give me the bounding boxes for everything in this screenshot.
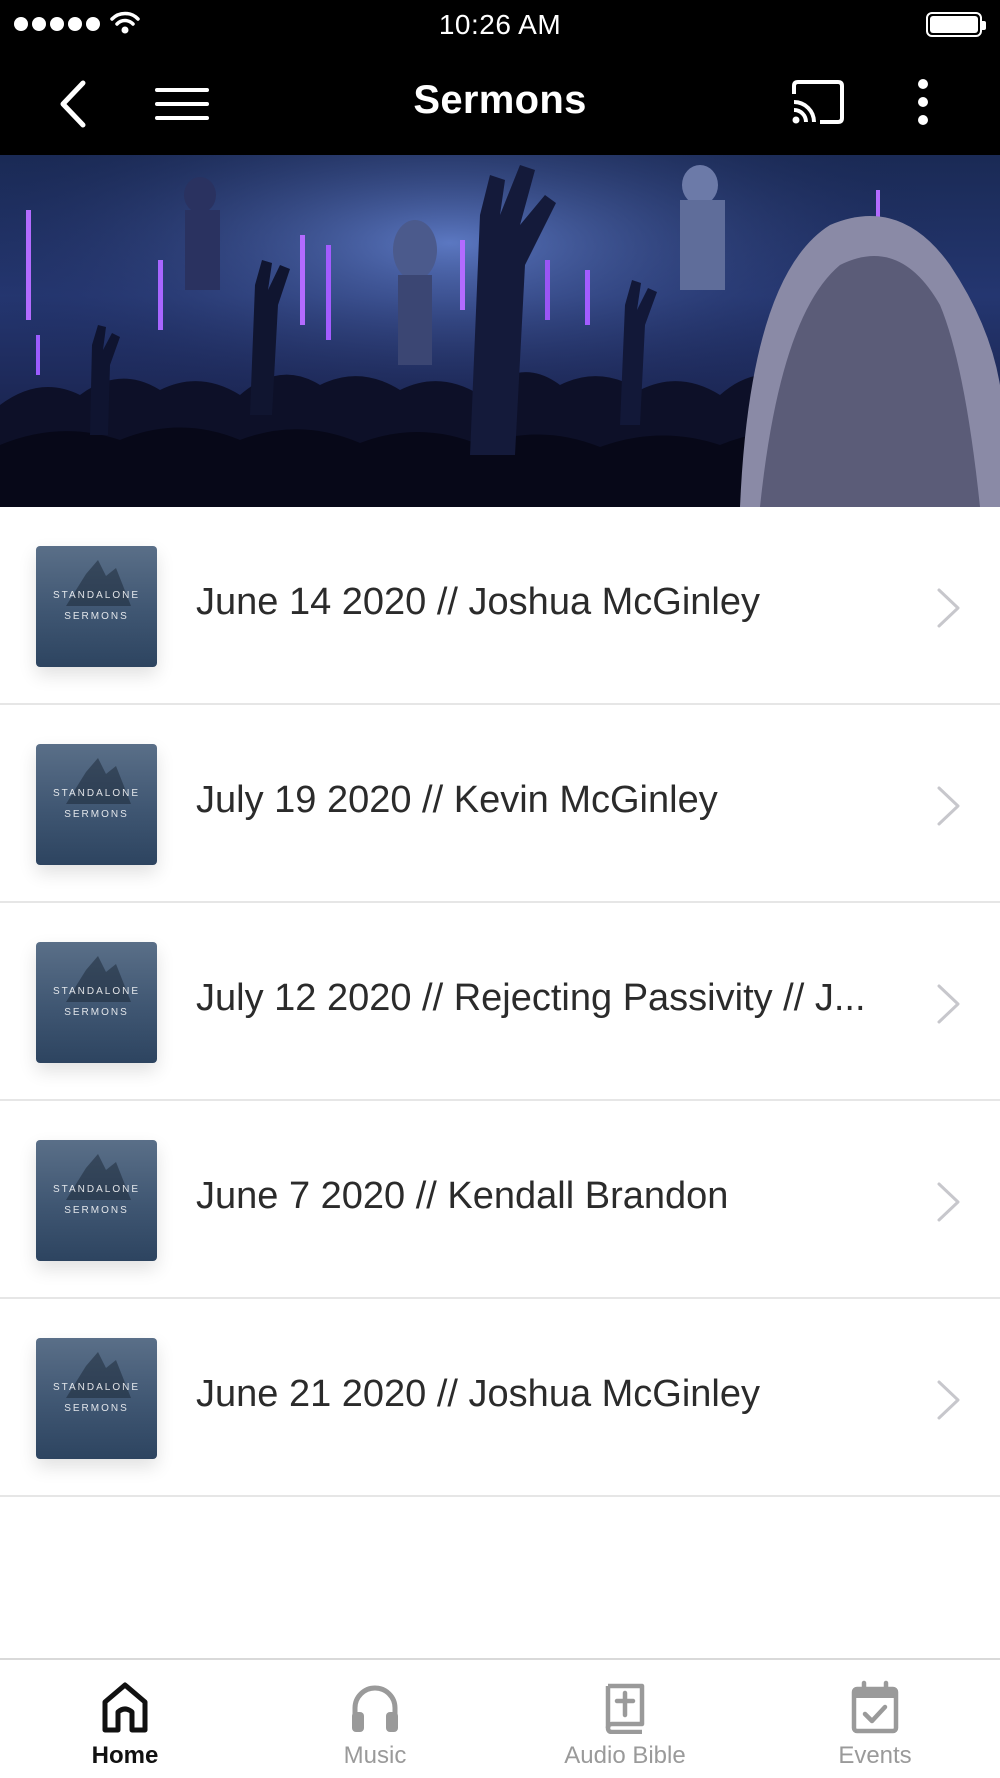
sermon-title: June 21 2020 // Joshua McGinley <box>196 1373 761 1415</box>
sermon-title: June 14 2020 // Joshua McGinley <box>196 581 761 623</box>
list-item[interactable]: STANDALONE SERMONS July 19 2020 // Kevin … <box>0 705 1000 903</box>
sermon-thumbnail: STANDALONE SERMONS <box>36 744 157 865</box>
list-item[interactable]: STANDALONE SERMONS July 12 2020 // Reject… <box>0 903 1000 1101</box>
hero-banner-image <box>0 155 1000 507</box>
sermon-list: STANDALONE SERMONS June 14 2020 // Joshua… <box>0 507 1000 1497</box>
home-icon <box>102 1682 148 1733</box>
calendar-check-icon <box>851 1680 899 1734</box>
tab-music[interactable]: Music <box>250 1660 500 1778</box>
navigation-bar: Sermons <box>0 48 1000 155</box>
tab-home[interactable]: Home <box>0 1660 250 1778</box>
page-title: Sermons <box>413 78 587 122</box>
sermon-thumbnail: STANDALONE SERMONS <box>36 1338 157 1459</box>
sermon-title: June 7 2020 // Kendall Brandon <box>196 1175 729 1217</box>
list-item[interactable]: STANDALONE SERMONS June 21 2020 // Joshua… <box>0 1299 1000 1497</box>
tab-label: Music <box>343 1742 407 1769</box>
tab-label: Home <box>91 1742 159 1769</box>
chevron-right-icon <box>937 1182 960 1222</box>
concert-crowd-illustration <box>0 155 1000 507</box>
chevron-right-icon <box>937 1380 960 1420</box>
bottom-tab-bar: Home Music Audio Bible Events <box>0 1658 1000 1778</box>
list-item[interactable]: STANDALONE SERMONS June 7 2020 // Kendall… <box>0 1101 1000 1299</box>
chevron-right-icon <box>937 588 960 628</box>
chevron-right-icon <box>937 984 960 1024</box>
list-item[interactable]: STANDALONE SERMONS June 14 2020 // Joshua… <box>0 507 1000 705</box>
chevron-right-icon <box>937 786 960 826</box>
battery-icon <box>926 12 986 37</box>
sermon-thumbnail: STANDALONE SERMONS <box>36 546 157 667</box>
cast-icon[interactable] <box>788 74 848 130</box>
tab-events[interactable]: Events <box>750 1660 1000 1778</box>
tab-audio-bible[interactable]: Audio Bible <box>500 1660 750 1778</box>
bible-icon <box>605 1683 645 1734</box>
sermon-title: July 12 2020 // Rejecting Passivity // J… <box>196 977 866 1019</box>
status-bar: 10:26 AM <box>0 0 1000 48</box>
more-vertical-icon[interactable] <box>905 74 941 130</box>
sermon-thumbnail: STANDALONE SERMONS <box>36 1140 157 1261</box>
status-time: 10:26 AM <box>438 9 562 40</box>
sermon-thumbnail: STANDALONE SERMONS <box>36 942 157 1063</box>
tab-label: Events <box>838 1742 912 1769</box>
tab-label: Audio Bible <box>564 1742 686 1769</box>
headphones-icon <box>352 1685 398 1732</box>
sermon-title: July 19 2020 // Kevin McGinley <box>196 779 718 821</box>
